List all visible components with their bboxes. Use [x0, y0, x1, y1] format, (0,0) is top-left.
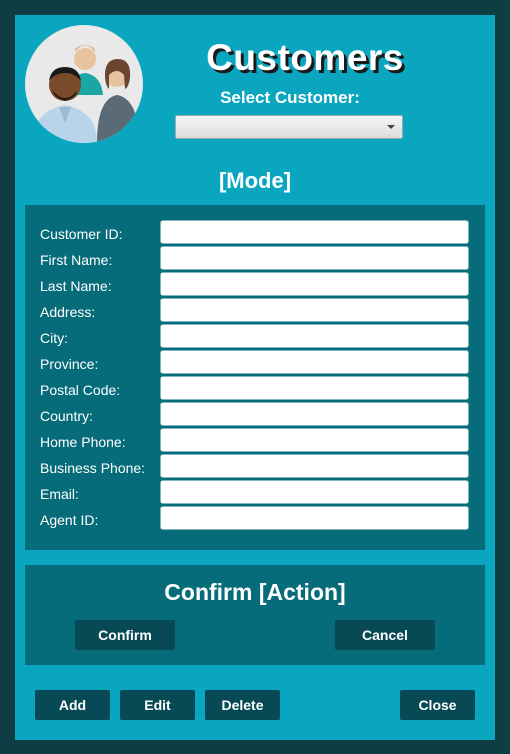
- postal-code-label: Postal Code:: [40, 382, 121, 398]
- agent-id-label: Agent ID:: [40, 512, 99, 528]
- confirm-panel: Confirm [Action] Confirm Cancel: [25, 565, 485, 665]
- customers-window: Customers Select Customer: [Mode] Custom…: [15, 15, 495, 740]
- customer-select[interactable]: [175, 115, 403, 139]
- form-row-country: Country:: [25, 402, 485, 428]
- select-customer-label: Select Customer:: [220, 88, 360, 107]
- edit-button[interactable]: Edit: [120, 690, 195, 720]
- country-field[interactable]: [160, 402, 469, 426]
- form-row-agent-id: Agent ID:: [25, 506, 485, 532]
- country-label: Country:: [40, 408, 93, 424]
- address-label: Address:: [40, 304, 96, 320]
- confirm-title: Confirm [Action]: [164, 579, 346, 605]
- form-row-customer-id: Customer ID:: [25, 220, 485, 246]
- form-row-last-name: Last Name:: [25, 272, 485, 298]
- close-button[interactable]: Close: [400, 690, 475, 720]
- customer-form-panel: Customer ID: First Name: Last Name: Addr…: [25, 205, 485, 550]
- form-row-city: City:: [25, 324, 485, 350]
- city-label: City:: [40, 330, 68, 346]
- province-label: Province:: [40, 356, 99, 372]
- form-row-home-phone: Home Phone:: [25, 428, 485, 454]
- cancel-button[interactable]: Cancel: [335, 620, 435, 650]
- add-button[interactable]: Add: [35, 690, 110, 720]
- business-phone-label: Business Phone:: [40, 460, 146, 476]
- home-phone-field[interactable]: [160, 428, 469, 452]
- first-name-label: First Name:: [40, 252, 113, 268]
- email-label: Email:: [40, 486, 79, 502]
- city-field[interactable]: [160, 324, 469, 348]
- agent-id-field[interactable]: [160, 506, 469, 530]
- mode-label: [Mode]: [218, 168, 292, 193]
- delete-button[interactable]: Delete: [205, 690, 280, 720]
- form-row-business-phone: Business Phone:: [25, 454, 485, 480]
- form-row-email: Email:: [25, 480, 485, 506]
- form-row-address: Address:: [25, 298, 485, 324]
- first-name-field[interactable]: [160, 246, 469, 270]
- business-phone-field[interactable]: [160, 454, 469, 478]
- province-field[interactable]: [160, 350, 469, 374]
- postal-code-field[interactable]: [160, 376, 469, 400]
- form-row-province: Province:: [25, 350, 485, 376]
- last-name-label: Last Name:: [40, 278, 112, 294]
- address-field[interactable]: [160, 298, 469, 322]
- customer-id-label: Customer ID:: [40, 226, 123, 242]
- last-name-field[interactable]: [160, 272, 469, 296]
- chevron-down-icon: [387, 125, 395, 129]
- customers-group-icon: [25, 25, 143, 143]
- home-phone-label: Home Phone:: [40, 434, 126, 450]
- form-row-postal-code: Postal Code:: [25, 376, 485, 402]
- email-field[interactable]: [160, 480, 469, 504]
- form-row-first-name: First Name:: [25, 246, 485, 272]
- confirm-button[interactable]: Confirm: [75, 620, 175, 650]
- page-title: Customers: [206, 37, 404, 78]
- customer-id-field[interactable]: [160, 220, 469, 244]
